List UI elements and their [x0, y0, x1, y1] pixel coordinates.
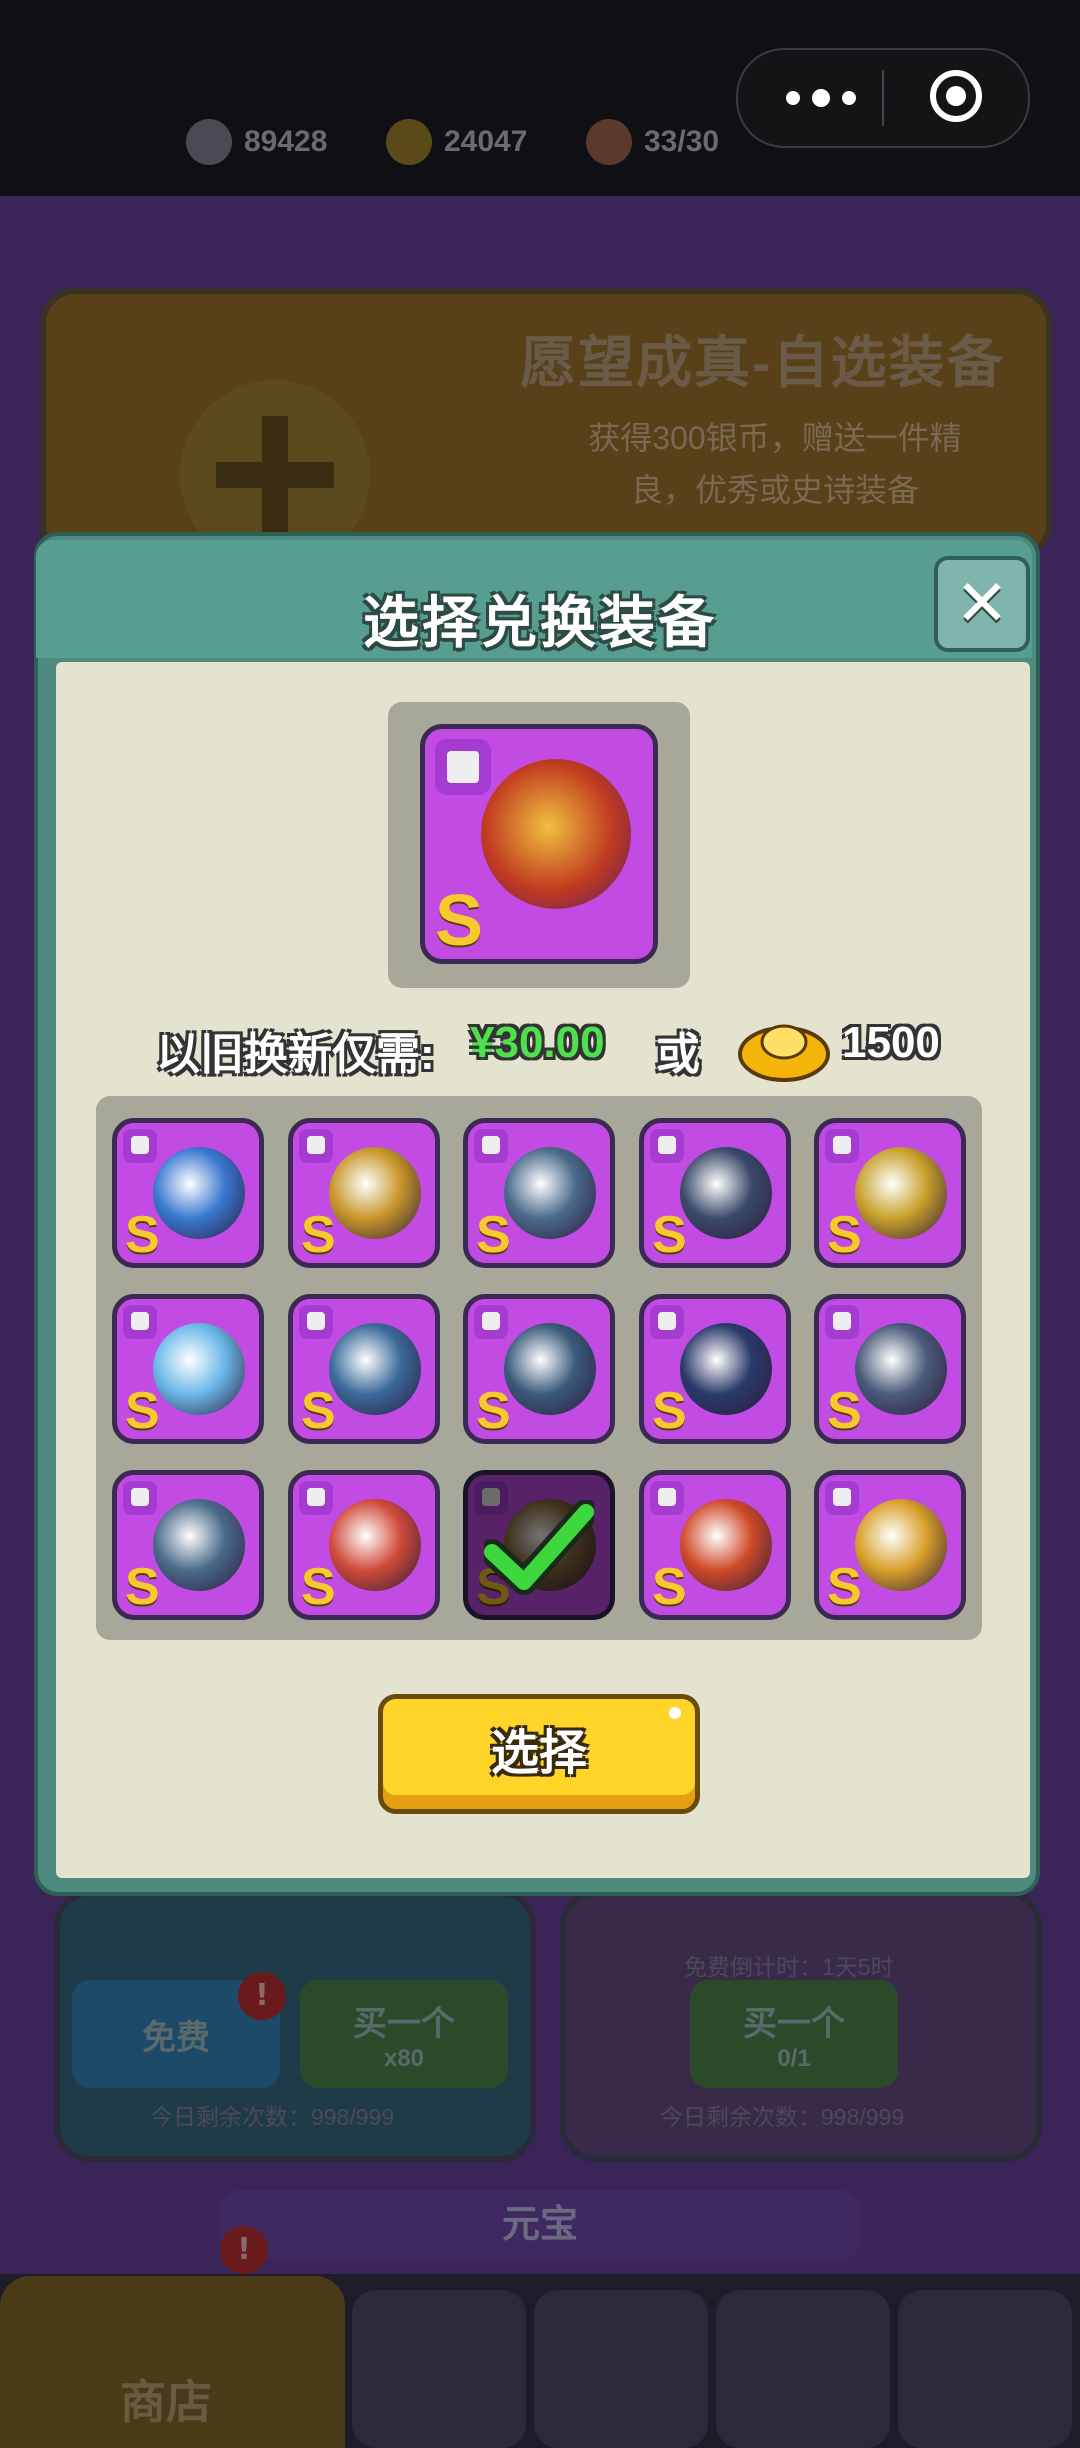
- boots-slot-icon: [123, 1481, 157, 1515]
- banner-title: 愿望成真-自选装备: [520, 331, 1005, 394]
- helmet-art: [680, 1323, 772, 1415]
- equipment-item-helmet[interactable]: S: [639, 1294, 791, 1444]
- equipment-item-sword[interactable]: S: [288, 1470, 440, 1620]
- armor-art: [329, 1147, 421, 1239]
- gold-cost: 1500: [842, 1018, 940, 1067]
- free-countdown: 免费倒计时：1天5时: [684, 1954, 894, 1980]
- nav-upgrade[interactable]: [898, 2290, 1072, 2448]
- nav-shop-label: 商店: [120, 2376, 212, 2428]
- sword-art: [329, 1499, 421, 1591]
- gloves-slot-icon: [474, 1305, 508, 1339]
- armor-slot-icon: [435, 739, 491, 795]
- notification-badge: !: [238, 1972, 286, 2020]
- grade-label: S: [827, 1206, 862, 1264]
- gloves-art: [855, 1499, 947, 1591]
- grade-label: S: [301, 1558, 336, 1616]
- amulet-art: [329, 1323, 421, 1415]
- helmet-slot-icon: [123, 1129, 157, 1163]
- equipment-item-gloves[interactable]: S: [814, 1470, 966, 1620]
- checkmark-icon: [484, 1500, 594, 1595]
- select-button[interactable]: 选择: [378, 1694, 700, 1814]
- remaining-count-right: 今日剩余次数：998/999: [660, 2104, 905, 2130]
- close-button[interactable]: ✕: [934, 556, 1030, 652]
- helmet-slot-icon: [650, 1305, 684, 1339]
- grade-label: S: [652, 1206, 687, 1264]
- equipment-item-amulet[interactable]: S: [639, 1470, 791, 1620]
- armor-art: [855, 1323, 947, 1415]
- equipment-item-amulet[interactable]: S: [288, 1294, 440, 1444]
- grade-label: S: [652, 1382, 687, 1440]
- price-label: 以旧换新仅需:: [156, 1030, 435, 1079]
- silver-coin-icon: [186, 119, 232, 165]
- amulet-slot-icon: [299, 1305, 333, 1339]
- grade-label: S: [125, 1206, 160, 1264]
- modal-title: 选择兑换装备: [363, 591, 717, 654]
- grade-label: S: [125, 1558, 160, 1616]
- nav-battle[interactable]: [534, 2290, 708, 2448]
- equipment-item-helmet[interactable]: S: [112, 1118, 264, 1268]
- armor-slot-icon: [299, 1129, 333, 1163]
- more-menu-icon[interactable]: [786, 78, 856, 118]
- equipment-item-armor[interactable]: S: [288, 1118, 440, 1268]
- sword-art: [153, 1323, 245, 1415]
- armor-slot-icon: [825, 1305, 859, 1339]
- grade-label: S: [476, 1382, 511, 1440]
- sword-slot-icon: [123, 1305, 157, 1339]
- meat-icon: [586, 119, 632, 165]
- top-bar: [0, 0, 1080, 196]
- gold-ingot-icon: [386, 119, 432, 165]
- resource-gold: 24047: [386, 118, 527, 166]
- amulet-slot-icon: [650, 1129, 684, 1163]
- equipment-item-sword[interactable]: S: [112, 1294, 264, 1444]
- resource-silver: 89428: [186, 118, 327, 166]
- equipment-item-gloves[interactable]: S: [463, 1294, 615, 1444]
- sword-slot-icon: [299, 1481, 333, 1515]
- banner-desc: 获得300银币，赠送一件精 良，优秀或史诗装备: [588, 420, 962, 508]
- equipment-item-boots[interactable]: S: [112, 1470, 264, 1620]
- amulet-art: [680, 1499, 772, 1591]
- price-row: 以旧换新仅需: ¥30.00 或 1500: [0, 1012, 1080, 1082]
- equipment-item-amulet[interactable]: S: [639, 1118, 791, 1268]
- grade-label: S: [301, 1206, 336, 1264]
- gloves-art: [855, 1147, 947, 1239]
- grade-label: S: [827, 1382, 862, 1440]
- selected-equipment: S: [420, 724, 658, 964]
- gold-ingot-icon: [738, 1024, 830, 1082]
- amulet-slot-icon: [650, 1481, 684, 1515]
- resource-stamina: 33/30: [586, 118, 719, 166]
- gloves-art: [504, 1323, 596, 1415]
- or-text: 或: [656, 1030, 700, 1079]
- equipment-item-gloves[interactable]: S: [814, 1118, 966, 1268]
- grade-label: S: [827, 1558, 862, 1616]
- grade-label: S: [476, 1206, 511, 1264]
- boots-art: [153, 1499, 245, 1591]
- close-icon: ✕: [955, 567, 1009, 641]
- buy-one-ticket-button[interactable]: 买一个 0/1: [690, 1980, 898, 2088]
- section-title: 元宝: [220, 2190, 860, 2260]
- equipment-item-armor[interactable]: S: [814, 1294, 966, 1444]
- armor-art: [481, 759, 631, 909]
- price-value: ¥30.00: [470, 1018, 605, 1067]
- gloves-slot-icon: [825, 1481, 859, 1515]
- nav-equipment[interactable]: [352, 2290, 526, 2448]
- mini-program-capsule[interactable]: [736, 48, 1030, 148]
- equipment-item-boots[interactable]: S: [463, 1118, 615, 1268]
- gloves-slot-icon: [825, 1129, 859, 1163]
- close-target-icon[interactable]: [930, 70, 982, 122]
- helmet-art: [153, 1147, 245, 1239]
- nav-shop-badge: !: [220, 2226, 268, 2274]
- grade-label: S: [301, 1382, 336, 1440]
- amulet-art: [680, 1147, 772, 1239]
- grade-label: S: [125, 1382, 160, 1440]
- boots-slot-icon: [474, 1129, 508, 1163]
- remaining-count-left: 今日剩余次数：998/999: [150, 2104, 395, 2130]
- boots-art: [504, 1147, 596, 1239]
- nav-pet[interactable]: [716, 2290, 890, 2448]
- grade-label: S: [652, 1558, 687, 1616]
- buy-one-ingot-button[interactable]: 买一个 x80: [300, 1980, 508, 2088]
